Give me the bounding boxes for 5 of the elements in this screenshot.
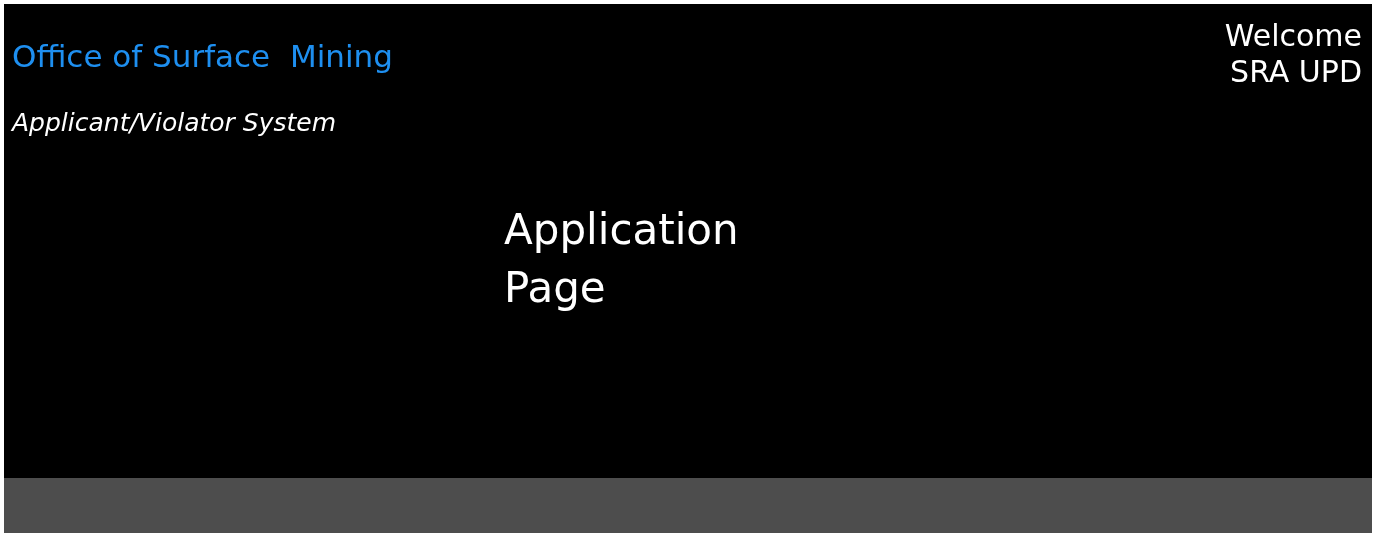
user-name: SRA UPD — [1230, 54, 1362, 90]
system-subtitle: Applicant/Violator System — [12, 108, 338, 137]
page-heading: Application Page — [504, 204, 740, 314]
site-title: Office of Surface Mining — [12, 38, 393, 74]
welcome-text: Welcome — [1224, 18, 1362, 54]
